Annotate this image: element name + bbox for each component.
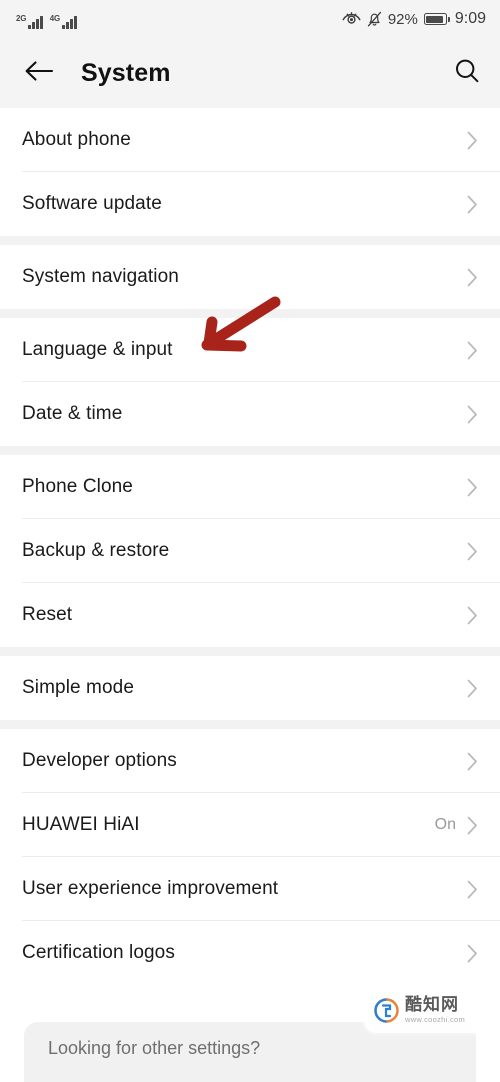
signal-sim2: 4G <box>50 11 77 29</box>
chevron-right-icon <box>466 194 478 214</box>
chevron-right-icon <box>466 815 478 835</box>
watermark-url: www.coozhi.com <box>405 1015 466 1025</box>
chevron-right-icon <box>466 130 478 150</box>
settings-row-label: Backup & restore <box>22 540 170 561</box>
watermark-text: 酷知网 www.coozhi.com <box>405 996 465 1024</box>
status-bar: 2G 4G 92% 9:09 <box>0 0 500 38</box>
group-separator <box>0 647 500 656</box>
group-separator <box>0 720 500 729</box>
chevron-right-icon <box>466 267 478 287</box>
clock-label: 9:09 <box>454 10 486 27</box>
settings-group: About phone Software update <box>0 108 500 236</box>
settings-group: Language & input Date & time <box>0 318 500 446</box>
page-title: System <box>81 58 171 87</box>
settings-group: Phone Clone Backup & restore Reset <box>0 455 500 647</box>
chevron-right-icon <box>466 751 478 771</box>
settings-row[interactable]: HUAWEI HiAI On <box>0 793 500 857</box>
settings-group: Simple mode <box>0 656 500 720</box>
bell-muted-icon <box>367 11 382 27</box>
settings-row[interactable]: Software update <box>0 172 500 236</box>
settings-row-label: Reset <box>22 604 73 625</box>
chevron-right-icon <box>466 605 478 625</box>
settings-row[interactable]: Certification logos <box>0 921 500 985</box>
group-separator <box>0 236 500 245</box>
group-separator <box>0 446 500 455</box>
signal-sim1: 2G <box>16 11 43 29</box>
settings-list: About phone Software update System navigat… <box>0 108 500 985</box>
search-icon <box>453 57 481 90</box>
watermark: 酷知网 www.coozhi.com <box>364 987 496 1033</box>
settings-row-label: Phone Clone <box>22 476 133 497</box>
settings-row-label: About phone <box>22 129 131 150</box>
group-separator <box>0 309 500 318</box>
back-arrow-icon <box>24 59 54 88</box>
watermark-name: 酷知网 <box>405 995 459 1015</box>
settings-row[interactable]: About phone <box>0 108 500 172</box>
settings-group: System navigation <box>0 245 500 309</box>
signal-bars-sim1-icon <box>28 15 43 29</box>
settings-row[interactable]: User experience improvement <box>0 857 500 921</box>
settings-row-label: Date & time <box>22 403 123 424</box>
eye-comfort-icon <box>342 12 361 26</box>
settings-row-label: System navigation <box>22 266 179 287</box>
settings-row[interactable]: Backup & restore <box>0 519 500 583</box>
status-bar-left: 2G 4G <box>16 9 77 29</box>
status-bar-right: 92% 9:09 <box>342 10 486 28</box>
search-button[interactable] <box>448 54 486 92</box>
settings-row[interactable]: Reset <box>0 583 500 647</box>
chevron-right-icon <box>466 404 478 424</box>
settings-row[interactable]: System navigation <box>0 245 500 309</box>
chevron-right-icon <box>466 943 478 963</box>
settings-row-label: Certification logos <box>22 942 175 963</box>
app-bar: System <box>0 38 500 108</box>
settings-row-label: User experience improvement <box>22 878 279 899</box>
settings-row-label: Software update <box>22 193 162 214</box>
settings-row-label: Language & input <box>22 339 173 360</box>
settings-row[interactable]: Date & time <box>0 382 500 446</box>
settings-row-label: Developer options <box>22 750 177 771</box>
settings-row[interactable]: Language & input <box>0 318 500 382</box>
chevron-right-icon <box>466 340 478 360</box>
back-button[interactable] <box>22 56 56 90</box>
chevron-right-icon <box>466 541 478 561</box>
settings-row[interactable]: Phone Clone <box>0 455 500 519</box>
battery-percentage-label: 92% <box>387 10 418 28</box>
battery-icon <box>423 13 450 25</box>
settings-row[interactable]: Simple mode <box>0 656 500 720</box>
network-type-sim1-label: 2G <box>16 14 27 23</box>
chevron-right-icon <box>466 678 478 698</box>
settings-row[interactable]: Developer options <box>0 729 500 793</box>
settings-group: Developer options HUAWEI HiAI On User exper… <box>0 729 500 985</box>
chevron-right-icon <box>466 879 478 899</box>
chevron-right-icon <box>466 477 478 497</box>
coozhi-logo-icon <box>374 997 399 1023</box>
settings-row-value: On <box>434 816 456 833</box>
settings-row-label: HUAWEI HiAI <box>22 814 140 835</box>
signal-bars-sim2-icon <box>62 15 77 29</box>
network-type-sim2-label: 4G <box>49 14 61 23</box>
settings-row-label: Simple mode <box>22 677 134 698</box>
